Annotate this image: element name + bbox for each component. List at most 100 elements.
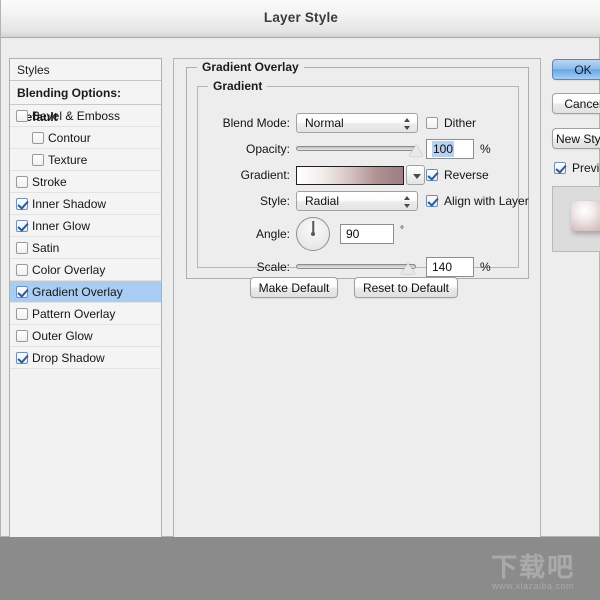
style-effect-row[interactable]: Drop Shadow bbox=[10, 347, 161, 369]
reverse-checkbox[interactable] bbox=[426, 169, 438, 181]
opacity-slider-track bbox=[296, 146, 416, 151]
preview-checkbox-row[interactable]: Preview bbox=[554, 158, 600, 178]
style-effect-row[interactable]: Outer Glow bbox=[10, 325, 161, 347]
style-effect-checkbox[interactable] bbox=[32, 131, 44, 144]
scale-input[interactable]: 140 bbox=[426, 257, 474, 277]
opacity-row: Opacity: 100 % bbox=[198, 139, 518, 161]
style-effect-label: Outer Glow bbox=[32, 328, 93, 343]
style-effect-checkbox[interactable] bbox=[16, 197, 28, 210]
style-effect-checkbox[interactable] bbox=[16, 109, 28, 122]
style-effect-row[interactable]: Stroke bbox=[10, 171, 161, 193]
blend-mode-label: Blend Mode: bbox=[222, 116, 290, 130]
angle-input[interactable]: 90 bbox=[340, 224, 394, 244]
blending-options-row[interactable]: Blending Options: Default bbox=[10, 81, 161, 124]
blend-mode-select[interactable]: Normal bbox=[296, 113, 418, 133]
style-select[interactable]: Radial bbox=[296, 191, 418, 211]
style-effect-row[interactable]: Texture bbox=[10, 149, 161, 171]
style-label: Style: bbox=[259, 194, 290, 208]
reset-to-default-button[interactable]: Reset to Default bbox=[354, 277, 458, 298]
make-default-button[interactable]: Make Default bbox=[250, 277, 338, 298]
angle-value: 90 bbox=[346, 227, 360, 241]
opacity-unit: % bbox=[480, 142, 491, 156]
gradient-swatch[interactable] bbox=[296, 166, 404, 185]
cancel-button[interactable]: Cancel bbox=[552, 93, 600, 114]
style-effect-row[interactable]: Satin bbox=[10, 237, 161, 259]
scale-slider[interactable] bbox=[296, 257, 416, 277]
gradient-preview bbox=[297, 167, 403, 184]
ok-button[interactable]: OK bbox=[552, 59, 600, 80]
style-effect-row[interactable]: Gradient Overlay bbox=[10, 281, 161, 303]
style-preview-thumbnail bbox=[571, 201, 600, 231]
gradient-overlay-group: Gradient Overlay Gradient Blend Mode: No… bbox=[186, 60, 529, 279]
style-effect-label: Contour bbox=[48, 130, 91, 145]
dither-checkbox-row[interactable]: Dither bbox=[426, 113, 476, 133]
window-title: Layer Style bbox=[263, 10, 339, 25]
scale-row: Scale: 140 % bbox=[198, 257, 518, 279]
style-effect-checkbox[interactable] bbox=[16, 241, 28, 254]
layer-style-dialog: Layer Style Styles Blending Options: Def… bbox=[0, 0, 600, 542]
style-effect-row[interactable]: Inner Glow bbox=[10, 215, 161, 237]
gradient-picker-button[interactable] bbox=[406, 165, 425, 185]
style-effect-label: Inner Glow bbox=[32, 218, 91, 233]
style-effect-checkbox[interactable] bbox=[16, 263, 28, 276]
style-effect-row[interactable]: Pattern Overlay bbox=[10, 303, 161, 325]
title-bar[interactable]: Layer Style bbox=[1, 0, 600, 38]
style-value: Radial bbox=[305, 194, 340, 208]
updown-arrows-icon bbox=[404, 195, 411, 209]
angle-dial[interactable] bbox=[296, 217, 330, 251]
angle-label: Angle: bbox=[255, 227, 290, 241]
style-effect-checkbox[interactable] bbox=[16, 285, 28, 298]
gradient-label: Gradient: bbox=[240, 168, 290, 182]
scale-label: Scale: bbox=[256, 260, 290, 274]
style-effect-label: Inner Shadow bbox=[32, 196, 107, 211]
style-effect-label: Drop Shadow bbox=[32, 350, 105, 365]
updown-arrows-icon bbox=[404, 117, 411, 131]
blend-mode-row: Blend Mode: Normal Dither bbox=[198, 113, 518, 135]
style-effect-checkbox[interactable] bbox=[16, 307, 28, 320]
style-effect-row[interactable]: Contour bbox=[10, 127, 161, 149]
angle-dial-hub bbox=[311, 232, 315, 236]
styles-panel: Styles Blending Options: Default Bevel &… bbox=[9, 58, 162, 542]
style-effect-checkbox[interactable] bbox=[16, 329, 28, 342]
style-effect-checkbox[interactable] bbox=[16, 351, 28, 364]
opacity-input[interactable]: 100 bbox=[426, 139, 474, 159]
align-with-layer-checkbox-row[interactable]: Align with Layer bbox=[426, 191, 529, 211]
styles-panel-header: Styles bbox=[10, 59, 161, 81]
blend-mode-value: Normal bbox=[305, 116, 344, 130]
style-effect-checkbox[interactable] bbox=[16, 175, 28, 188]
gradient-overlay-panel: Gradient Overlay Gradient Blend Mode: No… bbox=[173, 58, 541, 542]
scale-slider-track bbox=[296, 264, 416, 269]
style-row: Style: Radial Align with Layer bbox=[198, 191, 529, 213]
align-with-layer-label: Align with Layer bbox=[444, 194, 529, 208]
gradient-row: Gradient: Reverse bbox=[198, 165, 518, 187]
style-effect-label: Bevel & Emboss bbox=[32, 108, 121, 123]
new-style-button[interactable]: New Style... bbox=[552, 128, 600, 149]
style-effect-label: Pattern Overlay bbox=[32, 306, 116, 321]
style-effect-row[interactable]: Inner Shadow bbox=[10, 193, 161, 215]
style-effect-checkbox[interactable] bbox=[32, 153, 44, 166]
angle-row: Angle: 90 ° bbox=[198, 217, 518, 253]
gradient-overlay-group-title: Gradient Overlay bbox=[197, 60, 304, 74]
opacity-slider-thumb[interactable] bbox=[409, 145, 423, 156]
style-effect-label: Satin bbox=[32, 240, 60, 255]
style-effect-label: Texture bbox=[48, 152, 88, 167]
opacity-label: Opacity: bbox=[245, 142, 290, 156]
desktop-background bbox=[0, 537, 600, 600]
dither-label: Dither bbox=[444, 116, 477, 130]
style-effect-row[interactable]: Color Overlay bbox=[10, 259, 161, 281]
style-effect-checkbox[interactable] bbox=[16, 219, 28, 232]
dither-checkbox[interactable] bbox=[426, 117, 438, 129]
reverse-checkbox-row[interactable]: Reverse bbox=[426, 165, 489, 185]
style-effect-label: Stroke bbox=[32, 174, 67, 189]
screen: Layer Style Styles Blending Options: Def… bbox=[0, 0, 600, 600]
align-with-layer-checkbox[interactable] bbox=[426, 195, 438, 207]
scale-unit: % bbox=[480, 260, 491, 274]
style-preview-box bbox=[552, 186, 600, 252]
style-effects-list: Bevel & Emboss Contour Texture Stroke Inner … bbox=[10, 105, 161, 369]
gradient-group-title: Gradient bbox=[208, 79, 268, 93]
scale-slider-thumb[interactable] bbox=[401, 263, 415, 274]
style-effect-label: Gradient Overlay bbox=[32, 284, 123, 299]
preview-checkbox[interactable] bbox=[554, 162, 566, 174]
opacity-slider[interactable] bbox=[296, 139, 423, 159]
scale-value: 140 bbox=[432, 260, 453, 274]
